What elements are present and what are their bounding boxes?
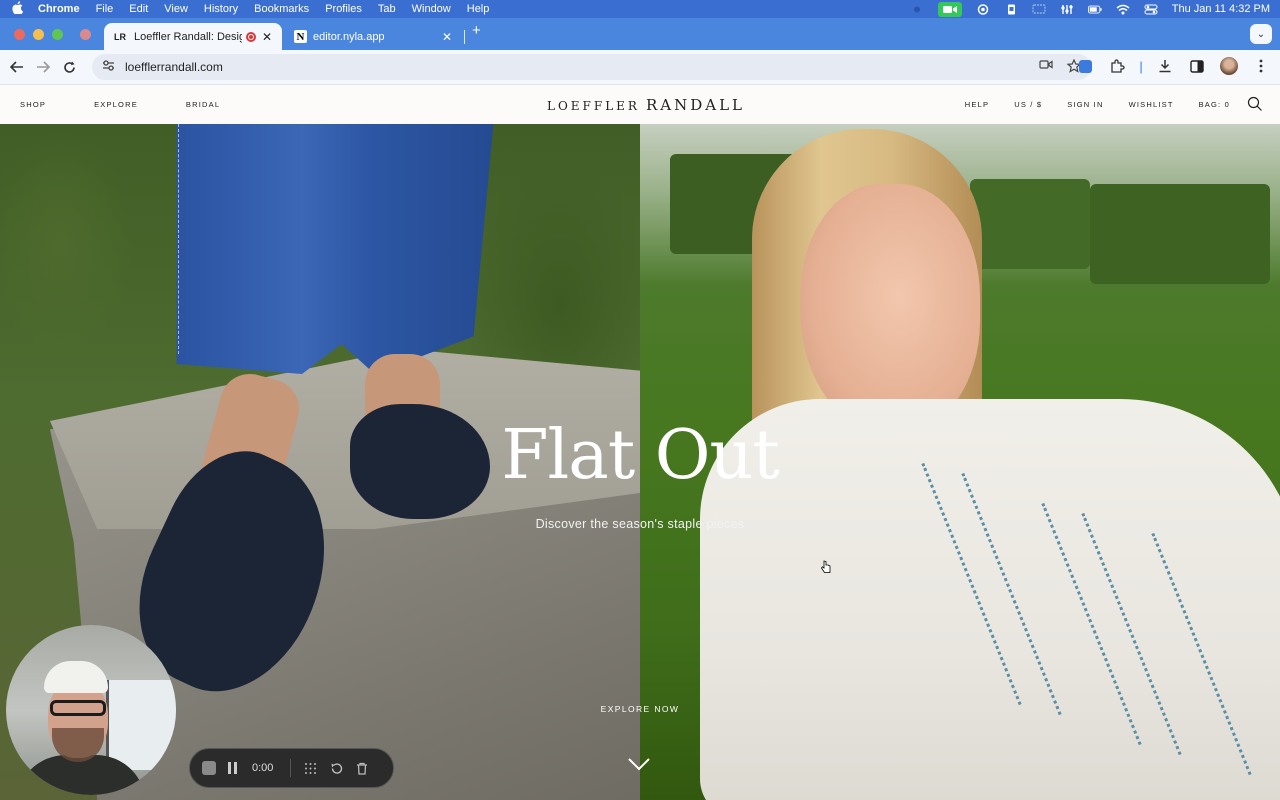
menu-file[interactable]: File bbox=[96, 3, 114, 15]
site-header: SHOP EXPLORE BRIDAL LOEFFLER RANDALL HELP… bbox=[0, 85, 1280, 124]
hero-banner[interactable]: Flat Out Discover the season's staple pi… bbox=[0, 124, 1280, 800]
close-tab-icon[interactable]: ✕ bbox=[262, 30, 272, 44]
site-logo[interactable]: LOEFFLER RANDALL bbox=[536, 95, 756, 114]
tab-search-icon[interactable]: ⌄ bbox=[1250, 24, 1272, 44]
menu-help[interactable]: Help bbox=[467, 3, 490, 15]
nav-bag[interactable]: BAG: 0 bbox=[1199, 100, 1230, 109]
toolbar-divider: | bbox=[1139, 58, 1143, 74]
nav-sign-in[interactable]: SIGN IN bbox=[1067, 100, 1103, 109]
site-settings-icon[interactable] bbox=[102, 60, 115, 74]
facetime-icon[interactable] bbox=[937, 1, 962, 17]
tab-nyla-editor[interactable]: N editor.nyla.app ✕ bbox=[284, 23, 462, 50]
address-bar[interactable]: loefflerrandall.com bbox=[92, 54, 1091, 80]
browser-menu-icon[interactable] bbox=[1252, 57, 1270, 75]
primary-nav: SHOP EXPLORE BRIDAL bbox=[20, 100, 220, 109]
search-icon[interactable] bbox=[1247, 96, 1263, 112]
explore-now-link[interactable]: EXPLORE NOW bbox=[0, 704, 1280, 714]
webcam-bubble[interactable] bbox=[6, 625, 176, 795]
nav-bridal[interactable]: BRIDAL bbox=[186, 100, 220, 109]
control-center-icon[interactable] bbox=[1144, 4, 1158, 15]
recorder-controls: 0:00 bbox=[189, 748, 394, 788]
fullscreen-window-button[interactable] bbox=[52, 29, 63, 40]
pause-recording-button[interactable] bbox=[228, 762, 240, 774]
nav-help[interactable]: HELP bbox=[965, 100, 989, 109]
recording-indicator-icon bbox=[80, 29, 91, 40]
tab-title: Loeffler Randall: Designer bbox=[134, 30, 242, 43]
tab-loeffler-randall[interactable]: LR Loeffler Randall: Designer ✕ bbox=[104, 23, 282, 50]
logo-word-randall: RANDALL bbox=[645, 96, 746, 114]
forward-icon[interactable] bbox=[30, 54, 56, 80]
wifi-icon[interactable] bbox=[1116, 4, 1130, 15]
back-icon[interactable] bbox=[4, 54, 30, 80]
extensions-puzzle-icon[interactable] bbox=[1108, 57, 1126, 75]
restart-recording-icon[interactable] bbox=[329, 761, 343, 775]
browser-tab-strip: LR Loeffler Randall: Designer ✕ N editor… bbox=[0, 18, 1280, 50]
menubar-status-area: Thu Jan 11 4:32 PM bbox=[910, 1, 1270, 17]
delete-recording-icon[interactable] bbox=[355, 761, 369, 775]
window-controls bbox=[14, 29, 63, 40]
profile-avatar[interactable] bbox=[1220, 57, 1238, 75]
downloads-icon[interactable] bbox=[1156, 57, 1174, 75]
camera-permission-icon[interactable] bbox=[1039, 59, 1053, 76]
macos-menubar: Chrome File Edit View History Bookmarks … bbox=[0, 0, 1280, 18]
extension-blue-icon[interactable] bbox=[1076, 57, 1094, 75]
tab-favicon-lr: LR bbox=[114, 31, 126, 42]
battery-icon[interactable] bbox=[1087, 4, 1102, 15]
drawing-tools-icon[interactable] bbox=[303, 761, 317, 775]
tab-recording-icon bbox=[245, 31, 256, 42]
menu-history[interactable]: History bbox=[204, 3, 238, 15]
cam-cap bbox=[44, 661, 108, 693]
close-tab-icon[interactable]: ✕ bbox=[442, 30, 452, 44]
hero-subline: Discover the season's staple pieces bbox=[535, 517, 745, 531]
apple-menu-icon[interactable] bbox=[10, 1, 24, 17]
logo-word-loeffler: LOEFFLER bbox=[546, 99, 640, 113]
jeans bbox=[176, 124, 494, 374]
model-face bbox=[800, 184, 980, 434]
menu-tab[interactable]: Tab bbox=[378, 3, 396, 15]
control-icon[interactable] bbox=[1060, 4, 1074, 15]
screen-share-icon[interactable] bbox=[976, 3, 990, 15]
document-icon[interactable] bbox=[1004, 4, 1018, 15]
nav-explore[interactable]: EXPLORE bbox=[94, 100, 138, 109]
menubar-clock[interactable]: Thu Jan 11 4:32 PM bbox=[1172, 3, 1270, 15]
status-dot-icon[interactable] bbox=[910, 4, 924, 15]
menu-edit[interactable]: Edit bbox=[129, 3, 148, 15]
side-panel-icon[interactable] bbox=[1188, 57, 1206, 75]
new-tab-icon[interactable]: + bbox=[472, 22, 481, 39]
menu-window[interactable]: Window bbox=[412, 3, 451, 15]
minimize-window-button[interactable] bbox=[33, 29, 44, 40]
cam-glasses bbox=[50, 700, 106, 716]
hedge bbox=[970, 179, 1090, 269]
stop-recording-button[interactable] bbox=[202, 761, 216, 775]
url-text[interactable]: loefflerrandall.com bbox=[125, 60, 223, 74]
tab-divider bbox=[464, 30, 465, 44]
close-window-button[interactable] bbox=[14, 29, 25, 40]
menu-profiles[interactable]: Profiles bbox=[325, 3, 362, 15]
recording-timer: 0:00 bbox=[252, 762, 274, 774]
tab-favicon-n: N bbox=[294, 30, 307, 43]
cam-window-bg bbox=[106, 680, 176, 770]
nav-shop[interactable]: SHOP bbox=[20, 100, 46, 109]
menu-view[interactable]: View bbox=[164, 3, 188, 15]
scroll-down-chevron-icon[interactable] bbox=[627, 757, 651, 771]
browser-toolbar: loefflerrandall.com | bbox=[0, 50, 1280, 85]
jeans-stitch bbox=[178, 124, 180, 354]
nav-currency[interactable]: US / $ bbox=[1014, 100, 1042, 109]
reload-icon[interactable] bbox=[56, 54, 82, 80]
hero-headline: Flat Out bbox=[501, 416, 779, 495]
mouse-pointer-icon bbox=[821, 560, 831, 573]
tab-title: editor.nyla.app bbox=[313, 30, 385, 43]
display-icon[interactable] bbox=[1032, 3, 1046, 15]
hedge bbox=[1090, 184, 1270, 284]
toolbar-actions: | bbox=[1076, 57, 1270, 75]
menu-bookmarks[interactable]: Bookmarks bbox=[254, 3, 309, 15]
recorder-divider bbox=[290, 759, 291, 777]
nav-wishlist[interactable]: WISHLIST bbox=[1129, 100, 1174, 109]
utility-nav: HELP US / $ SIGN IN WISHLIST BAG: 0 bbox=[965, 100, 1230, 109]
menu-app-name[interactable]: Chrome bbox=[38, 3, 80, 15]
